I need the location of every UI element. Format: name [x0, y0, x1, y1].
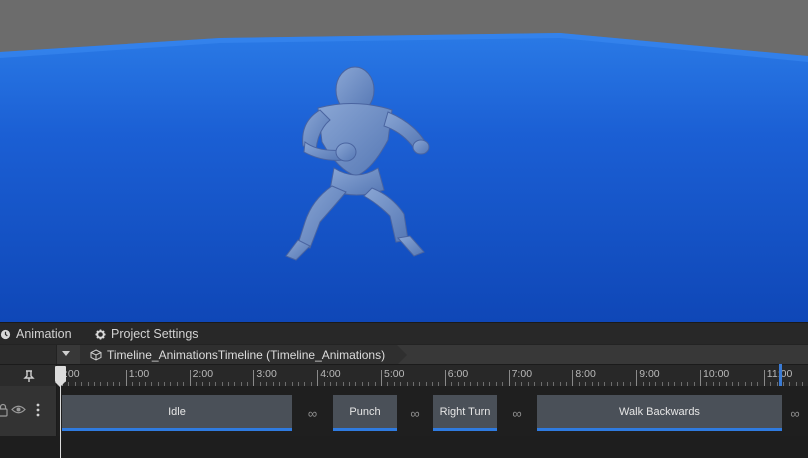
ruler-major-tick — [125, 370, 127, 387]
track-header[interactable] — [0, 386, 57, 436]
timeline-end-marker[interactable] — [779, 364, 782, 386]
clip-label: Right Turn — [439, 405, 491, 418]
tab-project-settings[interactable]: Project Settings — [95, 323, 199, 345]
playhead-line — [60, 380, 61, 458]
ruler-major-tick — [317, 370, 319, 387]
tab-animation-label: Animation — [16, 327, 72, 341]
clip-label: Walk Backwards — [619, 405, 700, 418]
ruler-major-tick — [763, 370, 765, 387]
clip-walk-backwards[interactable]: Walk Backwards — [537, 395, 782, 431]
cube-icon — [90, 349, 102, 361]
ruler-major-tick — [444, 370, 446, 387]
time-ruler-row: :00 1:00 2:00 3:00 4:00 5:00 6:00 7:00 8:00 9:00 1… — [0, 364, 808, 388]
scene-render — [0, 0, 808, 322]
clip-label: Idle — [168, 405, 186, 418]
editor-tab-strip: Animation Project Settings — [0, 322, 808, 345]
ruler-tick-label: 9:00 — [639, 368, 660, 380]
ruler-tick-label: 1:00 — [128, 368, 150, 380]
lock-icon[interactable] — [0, 403, 8, 417]
eye-icon[interactable] — [11, 404, 26, 415]
tab-project-settings-label: Project Settings — [111, 327, 199, 341]
kebab-menu-icon[interactable] — [36, 403, 40, 417]
timeline-toolbar: Timeline_AnimationsTimeline (Timeline_An… — [0, 344, 808, 365]
gear-icon — [95, 328, 106, 340]
ruler-tick-label: 7:00 — [511, 368, 533, 380]
blend-link-icon: ∞ — [512, 405, 522, 421]
ruler-tick-label: 8:00 — [575, 368, 596, 380]
clip-right-turn[interactable]: Right Turn — [433, 395, 497, 431]
blue-floor — [0, 33, 808, 322]
tab-animation[interactable]: Animation — [0, 323, 72, 345]
ruler-major-tick — [189, 370, 191, 387]
animation-track: Idle ∞ Punch ∞ Right Turn ∞ Walk Backwar… — [0, 386, 808, 436]
ruler-tick-label: 3:00 — [256, 368, 277, 380]
ruler-tick-label: 6:00 — [447, 368, 469, 380]
pin-icon[interactable] — [22, 369, 36, 383]
ruler-major-tick — [636, 370, 638, 387]
blend-link-icon: ∞ — [790, 405, 800, 421]
ruler-tick-label: 4:00 — [320, 368, 341, 380]
clip-punch[interactable]: Punch — [333, 395, 397, 431]
ruler-major-tick — [381, 370, 382, 387]
ruler-tick-label: 10:00 — [703, 368, 730, 380]
scene-viewport[interactable] — [0, 0, 808, 322]
clip-idle[interactable]: Idle — [62, 395, 292, 431]
ruler-tick-label: 5:00 — [384, 368, 405, 380]
ruler-major-tick — [572, 370, 574, 387]
timeline-toolbar-left — [0, 345, 57, 365]
ruler-major-tick — [508, 370, 510, 387]
ruler-header — [0, 365, 57, 387]
clip-label: Punch — [349, 405, 381, 418]
breadcrumb[interactable]: Timeline_AnimationsTimeline (Timeline_An… — [80, 345, 398, 365]
blend-link-icon: ∞ — [410, 405, 420, 421]
breadcrumb-label: Timeline_AnimationsTimeline (Timeline_An… — [107, 348, 386, 362]
ruler-major-tick — [700, 370, 701, 387]
ruler-tick-label: :00 — [65, 368, 80, 380]
ruler-major-tick — [253, 370, 255, 387]
blend-link-icon: ∞ — [307, 405, 318, 421]
timeline-dropdown-icon[interactable] — [62, 351, 70, 356]
clock-icon — [0, 329, 11, 339]
ruler-tick-label: 2:00 — [192, 368, 214, 380]
time-ruler[interactable]: :00 1:00 2:00 3:00 4:00 5:00 6:00 7:00 8:00 9:00 1… — [56, 365, 808, 387]
track-empty-area[interactable] — [0, 436, 808, 458]
breadcrumb-arrow — [397, 345, 407, 365]
